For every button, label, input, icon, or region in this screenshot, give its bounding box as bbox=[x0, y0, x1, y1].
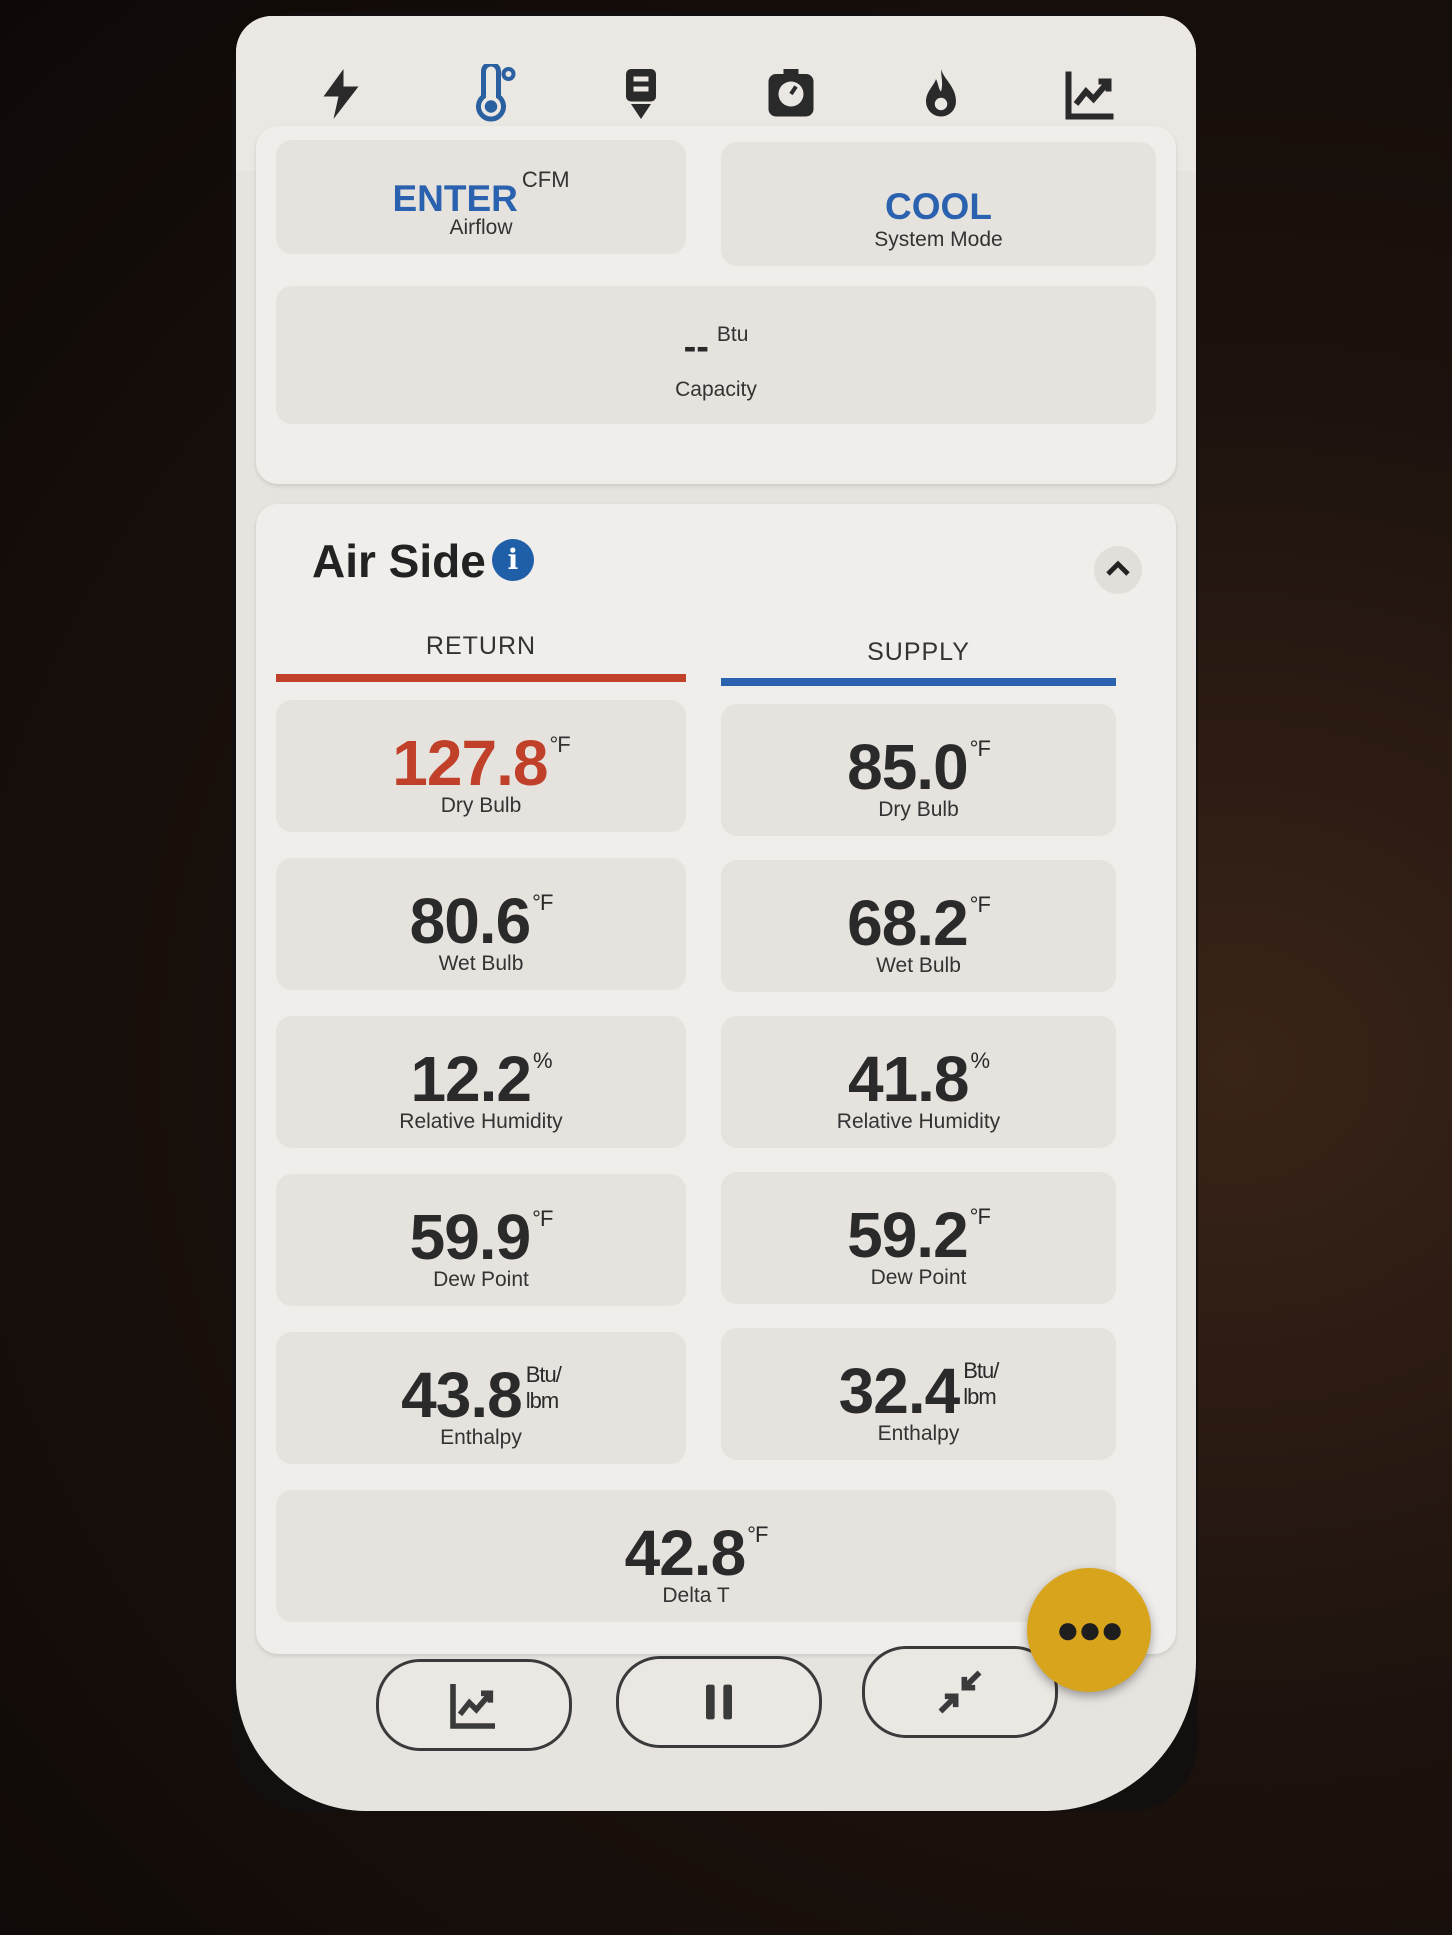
airflow-value: ENTER bbox=[392, 178, 518, 219]
supply-dry-bulb-tile[interactable]: 85.0°F Dry Bulb bbox=[721, 704, 1116, 836]
supply-dew-point-unit: °F bbox=[969, 1204, 991, 1229]
capacity-label: Capacity bbox=[675, 378, 757, 401]
supply-wet-bulb-tile[interactable]: 68.2°F Wet Bulb bbox=[721, 860, 1116, 992]
return-enthalpy-unit-bottom: lbm bbox=[525, 1388, 559, 1413]
supply-wet-bulb-value: 68.2 bbox=[847, 887, 969, 959]
return-dry-bulb-value: 127.8 bbox=[392, 727, 548, 799]
download-probe-icon[interactable] bbox=[609, 62, 673, 126]
return-rh-value: 12.2 bbox=[410, 1043, 532, 1115]
return-underline bbox=[276, 674, 686, 682]
supply-enthalpy-label: Enthalpy bbox=[877, 1422, 960, 1445]
supply-dry-bulb-label: Dry Bulb bbox=[878, 798, 959, 821]
return-enthalpy-label: Enthalpy bbox=[440, 1426, 522, 1449]
delta-t-value: 42.8 bbox=[624, 1517, 747, 1589]
airflow-tile[interactable]: ENTER CFM Airflow bbox=[276, 140, 686, 254]
return-dew-point-value: 59.9 bbox=[409, 1201, 532, 1273]
system-mode-value: COOL bbox=[885, 186, 992, 227]
return-dry-bulb-tile[interactable]: 127.8°F Dry Bulb bbox=[276, 700, 686, 832]
supply-dew-point-label: Dew Point bbox=[870, 1266, 967, 1289]
return-enthalpy-value: 43.8 bbox=[401, 1359, 523, 1431]
lightning-icon[interactable] bbox=[309, 62, 373, 126]
capacity-value: -- bbox=[683, 326, 709, 368]
supply-dry-bulb-unit: °F bbox=[969, 736, 991, 761]
supply-enthalpy-unit-top: Btu/ bbox=[963, 1358, 999, 1383]
return-wet-bulb-unit: °F bbox=[532, 890, 553, 915]
supply-rh-label: Relative Humidity bbox=[836, 1110, 1001, 1133]
compress-icon bbox=[938, 1670, 982, 1714]
info-icon[interactable]: i bbox=[492, 539, 534, 581]
compress-button[interactable] bbox=[862, 1646, 1058, 1738]
return-enthalpy-unit-top: Btu/ bbox=[525, 1362, 562, 1387]
supply-wet-bulb-unit: °F bbox=[969, 892, 991, 917]
return-dew-point-tile[interactable]: 59.9°F Dew Point bbox=[276, 1174, 686, 1306]
delta-t-tile[interactable]: 42.8°F Delta T bbox=[276, 1490, 1116, 1622]
supply-dew-point-tile[interactable]: 59.2°F Dew Point bbox=[721, 1172, 1116, 1304]
collapse-button[interactable] bbox=[1094, 546, 1142, 594]
supply-dew-point-value: 59.2 bbox=[847, 1199, 969, 1271]
return-header[interactable]: RETURN bbox=[276, 632, 686, 661]
return-dry-bulb-label: Dry Bulb bbox=[440, 794, 522, 817]
return-wet-bulb-label: Wet Bulb bbox=[438, 952, 524, 975]
return-rh-unit: % bbox=[533, 1048, 553, 1073]
app-screen: ENTER CFM Airflow COOL System Mode -- Btu … bbox=[236, 16, 1196, 1811]
capacity-tile: -- Btu Capacity bbox=[276, 286, 1156, 424]
system-mode-tile[interactable]: COOL System Mode bbox=[721, 142, 1156, 266]
return-wet-bulb-tile[interactable]: 80.6°F Wet Bulb bbox=[276, 858, 686, 990]
thermometer-icon[interactable] bbox=[459, 62, 523, 126]
air-side-title: Air Side bbox=[312, 535, 486, 587]
supply-dry-bulb-value: 85.0 bbox=[847, 731, 969, 803]
system-mode-label: System Mode bbox=[874, 228, 1003, 251]
chart-icon bbox=[450, 1684, 495, 1729]
pause-icon bbox=[706, 1684, 732, 1720]
airflow-unit: CFM bbox=[521, 167, 570, 192]
return-enthalpy-tile[interactable]: 43.8 Btu/lbm Enthalpy bbox=[276, 1332, 686, 1464]
more-icon: ●●● bbox=[1055, 1607, 1124, 1652]
more-options-button[interactable]: ●●● bbox=[1027, 1568, 1151, 1692]
delta-t-label: Delta T bbox=[662, 1584, 730, 1607]
supply-rh-value: 41.8 bbox=[847, 1043, 970, 1115]
delta-t-unit: °F bbox=[747, 1522, 768, 1547]
flame-icon[interactable] bbox=[909, 62, 973, 126]
supply-wet-bulb-label: Wet Bulb bbox=[876, 954, 961, 977]
supply-rh-tile[interactable]: 41.8% Relative Humidity bbox=[721, 1016, 1116, 1148]
capacity-unit: Btu bbox=[716, 323, 749, 346]
return-wet-bulb-value: 80.6 bbox=[409, 885, 532, 957]
supply-enthalpy-unit-bottom: lbm bbox=[963, 1384, 996, 1409]
supply-underline bbox=[721, 678, 1116, 686]
air-side-card: Air Side i RETURN SUPPLY 127.8°F Dry Bul… bbox=[256, 504, 1176, 1654]
return-dew-point-label: Dew Point bbox=[433, 1268, 529, 1291]
return-rh-label: Relative Humidity bbox=[399, 1110, 563, 1133]
airflow-label: Airflow bbox=[449, 216, 513, 239]
return-dew-point-unit: °F bbox=[532, 1206, 553, 1231]
chart-icon[interactable] bbox=[1059, 62, 1123, 126]
return-rh-tile[interactable]: 12.2% Relative Humidity bbox=[276, 1016, 686, 1148]
graph-button[interactable] bbox=[376, 1659, 572, 1751]
return-dry-bulb-unit: °F bbox=[549, 732, 570, 757]
pause-button[interactable] bbox=[616, 1656, 822, 1748]
supply-enthalpy-value: 32.4 bbox=[838, 1355, 961, 1427]
supply-header[interactable]: SUPPLY bbox=[721, 638, 1116, 667]
supply-rh-unit: % bbox=[970, 1048, 991, 1073]
gauge-icon[interactable] bbox=[759, 62, 823, 126]
summary-card: ENTER CFM Airflow COOL System Mode -- Btu … bbox=[256, 126, 1176, 484]
supply-enthalpy-tile[interactable]: 32.4 Btu/lbm Enthalpy bbox=[721, 1328, 1116, 1460]
